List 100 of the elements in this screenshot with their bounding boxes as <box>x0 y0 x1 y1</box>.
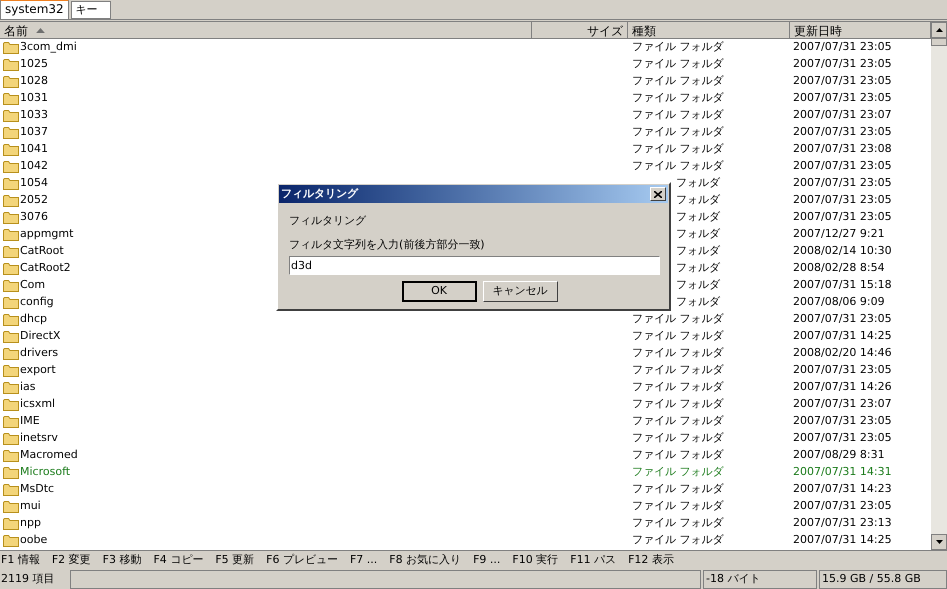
file-name: 1028 <box>20 73 48 90</box>
table-cell-text: 2007/07/31 23:05 <box>792 56 892 72</box>
function-key[interactable]: F11 パス <box>570 552 616 569</box>
tab[interactable]: system32 <box>0 0 69 19</box>
table-cell: ファイル フォルダ <box>632 397 724 410</box>
file-name: mui <box>20 498 41 514</box>
folder-icon <box>3 313 19 326</box>
table-cell-text: 2007/07/31 23:05 <box>792 158 892 174</box>
table-cell: フォルダ <box>676 210 720 224</box>
down-arrow-icon[interactable] <box>936 540 942 544</box>
column-header[interactable]: サイズ <box>532 22 628 39</box>
table-cell-text: 2007/07/31 23:07 <box>792 396 892 412</box>
folder-icon <box>3 160 19 173</box>
file-name: 3com_dmi <box>20 39 77 56</box>
function-key[interactable]: F6 プレビュー <box>266 552 338 569</box>
tab[interactable]: キー <box>70 1 111 19</box>
table-cell: ファイル フォルダ <box>632 142 724 156</box>
table-cell: ファイル フォルダ <box>632 329 724 342</box>
function-key[interactable]: F7 ... <box>350 552 378 569</box>
folder-icon <box>3 296 19 309</box>
function-key[interactable]: F12 表示 <box>628 552 674 569</box>
table-cell-text: 2007/07/31 14:25 <box>792 532 892 548</box>
filter-input[interactable]: d3d <box>289 256 660 275</box>
table-cell-text: 2008/02/14 10:30 <box>792 243 892 260</box>
folder-icon <box>3 500 19 513</box>
close-button[interactable] <box>650 187 666 201</box>
folder-icon <box>3 415 19 428</box>
function-key[interactable]: F2 変更 <box>52 552 91 569</box>
table-cell: ファイル フォルダ <box>632 448 724 462</box>
table-cell-text: 2007/07/31 23:13 <box>792 515 892 532</box>
table-cell: フォルダ <box>676 176 720 190</box>
file-name: Microsoft <box>20 464 70 480</box>
table-cell-text: 2007/07/31 23:05 <box>792 498 892 514</box>
close-icon <box>654 190 662 198</box>
folder-icon <box>3 330 19 343</box>
field-label: フィルタ文字列を入力(前後方部分一致) <box>289 236 486 252</box>
folder-icon <box>3 517 19 530</box>
table-cell-text: 2008/02/28 8:54 <box>792 260 885 276</box>
table-cell-text: 2007/07/31 23:05 <box>792 362 892 378</box>
column-header[interactable]: 名前 <box>0 22 532 39</box>
item-count: 2119 項目 <box>0 571 56 587</box>
function-key[interactable]: F5 更新 <box>215 552 254 569</box>
table-cell-text: 2007/07/31 23:05 <box>792 39 892 56</box>
folder-icon <box>3 211 19 224</box>
table-cell-text: 2007/12/27 9:21 <box>792 226 885 242</box>
file-name: 1033 <box>20 107 48 124</box>
table-cell: ファイル フォルダ <box>632 159 724 172</box>
folder-icon <box>3 92 19 105</box>
function-key[interactable]: F8 お気に入り <box>389 552 462 569</box>
folder-icon <box>3 381 19 394</box>
file-name: drivers <box>20 345 58 362</box>
table-cell: ファイル フォルダ <box>632 499 724 512</box>
scroll-thumb[interactable] <box>931 38 947 46</box>
folder-icon <box>3 262 19 275</box>
file-name: 2052 <box>20 192 48 208</box>
table-cell: ファイル フォルダ <box>632 346 724 360</box>
function-key[interactable]: F4 コピー <box>153 552 204 569</box>
folder-icon <box>3 279 19 292</box>
table-cell: ファイル フォルダ <box>632 312 724 326</box>
scrollbar[interactable] <box>931 22 947 550</box>
folder-icon <box>3 364 19 377</box>
size-status: -18 バイト <box>703 570 817 589</box>
function-key[interactable]: F9 ... <box>473 552 500 569</box>
file-name: 3076 <box>20 209 48 226</box>
folder-icon <box>3 228 19 241</box>
up-arrow-icon[interactable] <box>936 28 942 32</box>
function-key[interactable]: F10 実行 <box>512 552 558 569</box>
file-name: npp <box>20 515 41 532</box>
table-cell: ファイル フォルダ <box>632 125 724 138</box>
folder-icon <box>3 347 19 360</box>
file-name: dhcp <box>20 311 47 328</box>
folder-icon <box>3 143 19 156</box>
table-cell-text: 2007/07/31 14:25 <box>792 328 892 344</box>
table-cell: フォルダ <box>676 193 720 206</box>
table-cell-text: 2007/07/31 23:05 <box>792 175 892 192</box>
file-name: inetsrv <box>20 430 58 446</box>
folder-icon <box>3 398 19 411</box>
table-cell-text: 2007/07/31 23:08 <box>792 141 892 158</box>
folder-icon <box>3 75 19 88</box>
folder-icon <box>3 432 19 445</box>
dialog-button[interactable]: OK <box>402 281 476 302</box>
table-cell-text: 2007/07/31 23:05 <box>792 124 892 140</box>
table-cell: ファイル フォルダ <box>632 363 724 376</box>
function-key[interactable]: F3 移動 <box>102 552 142 569</box>
file-name: DirectX <box>20 328 60 344</box>
file-name: ias <box>20 379 36 396</box>
dialog-button[interactable]: キャンセル <box>482 281 558 302</box>
table-cell-text: 2007/07/31 14:31 <box>792 464 892 480</box>
file-name: 1041 <box>20 141 48 158</box>
file-name: Com <box>20 277 46 294</box>
table-cell-text: 2008/02/20 14:46 <box>792 345 892 362</box>
table-cell: ファイル フォルダ <box>632 482 724 496</box>
folder-icon <box>3 58 19 71</box>
function-key[interactable]: F1 情報 <box>1 552 40 569</box>
column-header[interactable]: 種類 <box>628 22 790 39</box>
table-cell: フォルダ <box>676 261 720 274</box>
table-cell: ファイル フォルダ <box>632 431 724 444</box>
file-name: oobe <box>20 532 48 548</box>
file-name: export <box>20 362 56 378</box>
folder-icon <box>3 194 19 207</box>
